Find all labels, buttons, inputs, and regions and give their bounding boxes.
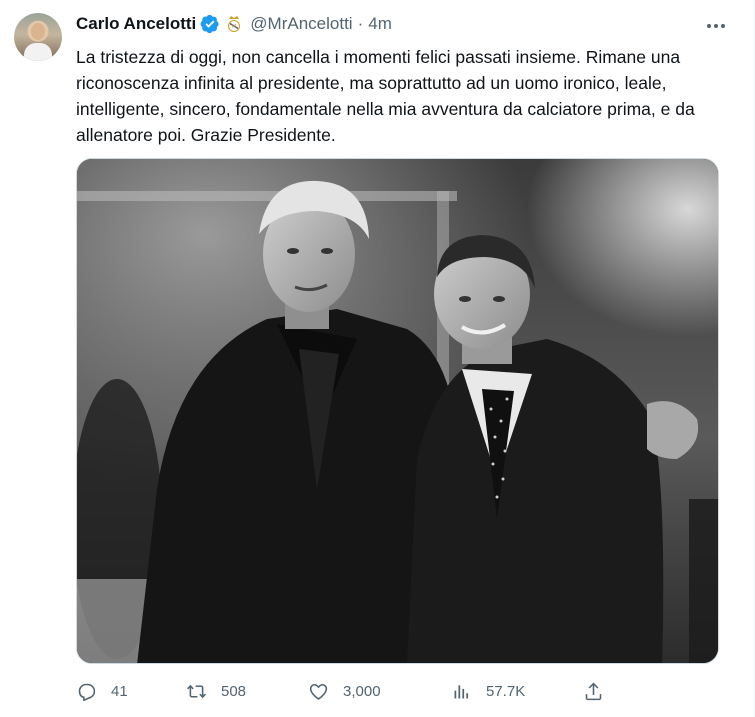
more-options-icon[interactable]	[704, 14, 728, 38]
tweet-header: Carlo Ancelotti M @MrAncelotti · 4m	[76, 12, 392, 36]
timestamp[interactable]: 4m	[368, 14, 392, 34]
like-count: 3,000	[343, 682, 381, 700]
tweet-photo[interactable]	[76, 158, 719, 664]
retweet-count: 508	[221, 682, 247, 700]
share-icon	[585, 682, 602, 700]
tweet[interactable]: Carlo Ancelotti M @MrAncelotti · 4m La t…	[0, 0, 755, 717]
view-count: 57.7K	[486, 682, 526, 700]
club-crest-icon: M	[226, 15, 242, 33]
views-button[interactable]: 57.7K	[451, 676, 525, 706]
author-name[interactable]: Carlo Ancelotti	[76, 14, 196, 34]
reply-count: 41	[111, 682, 128, 700]
author-handle[interactable]: @MrAncelotti	[250, 14, 352, 34]
reply-icon	[78, 683, 96, 701]
tweet-actions: 41 508 3,000 57.7K	[76, 676, 636, 706]
tweet-text: La tristezza di oggi, non cancella i mom…	[76, 47, 695, 145]
avatar[interactable]	[14, 13, 62, 61]
retweet-icon	[187, 684, 206, 698]
reply-button[interactable]: 41	[76, 676, 128, 706]
share-button[interactable]	[583, 676, 604, 706]
verified-badge-icon[interactable]	[200, 14, 220, 34]
like-button[interactable]: 3,000	[308, 676, 381, 706]
views-icon	[454, 684, 469, 698]
svg-text:M: M	[232, 24, 236, 30]
separator: ·	[357, 14, 364, 33]
heart-icon	[309, 683, 328, 700]
retweet-button[interactable]: 508	[186, 676, 246, 706]
